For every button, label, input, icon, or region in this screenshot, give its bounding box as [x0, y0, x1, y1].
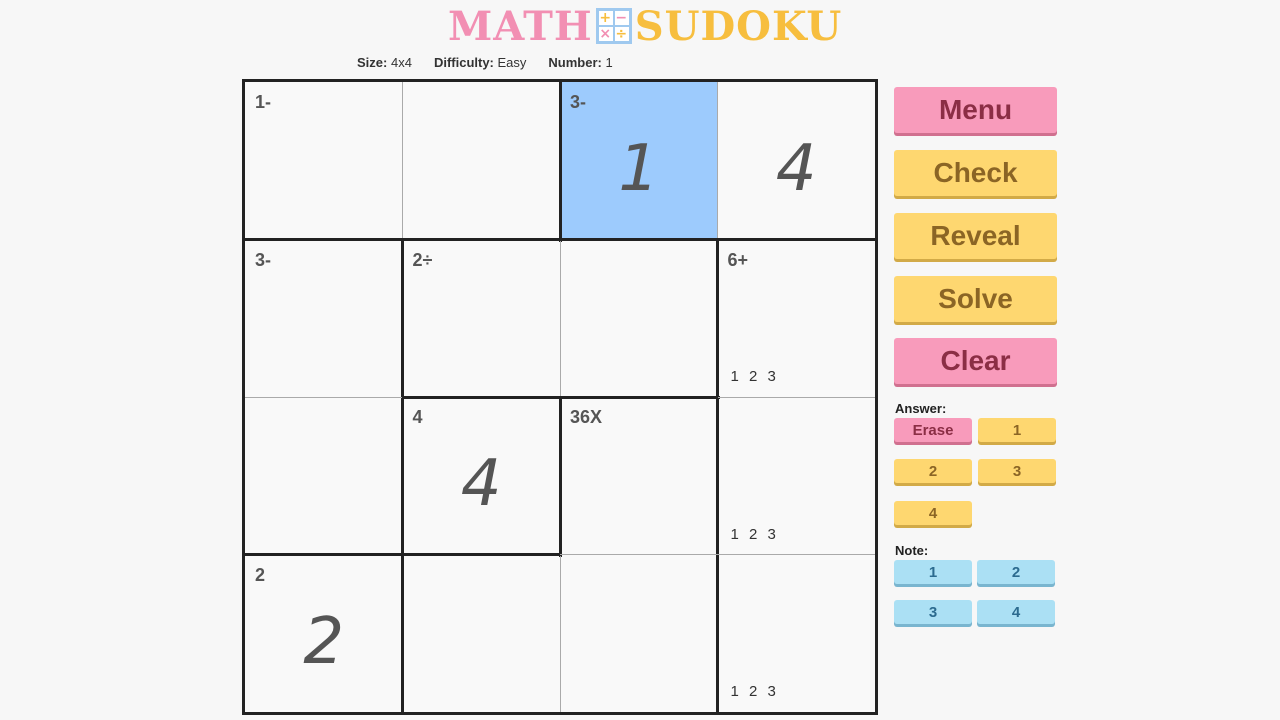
grid-line-vertical [401, 553, 404, 714]
grid-cell-r3c2[interactable]: 44 [402, 397, 560, 555]
erase-button[interactable]: Erase [894, 418, 972, 442]
title-sudoku: SUDOKU [634, 2, 843, 50]
grid-line-horizontal [559, 395, 720, 399]
grid-line-horizontal [401, 553, 562, 556]
grid-line-vertical [559, 239, 561, 397]
grid-line-vertical [558, 81, 562, 242]
cell-notes: 1 2 3 [730, 368, 779, 385]
answer-button-4[interactable]: 4 [894, 501, 972, 525]
number-info: Number: 1 [548, 55, 613, 70]
note-button-1[interactable]: 1 [894, 560, 972, 584]
grid-line-horizontal [716, 238, 877, 241]
grid-cell-r1c4[interactable]: 4 [717, 82, 875, 240]
grid-cell-r4c2[interactable] [402, 554, 560, 712]
grid-line-vertical [717, 82, 718, 240]
cell-notes: 1 2 3 [730, 683, 779, 700]
answer-button-2[interactable]: 2 [894, 459, 972, 483]
math-operators-icon: + − × ÷ [595, 8, 632, 44]
difficulty-info: Difficulty: Easy [433, 55, 527, 70]
grid-cell-r2c3[interactable] [560, 239, 718, 397]
cage-clue: 1- [255, 92, 272, 112]
grid-cell-r2c1[interactable]: 3- [245, 239, 403, 397]
grid-line-vertical [401, 396, 404, 557]
puzzle-info: Size: 4x4 Difficulty: Easy Number: 1 [357, 55, 613, 70]
cage-clue: 2 [255, 564, 266, 585]
note-button-3[interactable]: 3 [894, 600, 972, 624]
grid-line-vertical [558, 396, 562, 557]
grid-line-horizontal [244, 553, 405, 556]
cage-clue: 36X [570, 407, 603, 427]
grid-cell-r4c1[interactable]: 22 [245, 554, 403, 712]
cell-value: 4 [775, 132, 817, 206]
grid-cell-r1c1[interactable]: 1- [245, 82, 403, 240]
grid-line-horizontal [560, 554, 718, 555]
answer-button-1[interactable]: 1 [978, 418, 1056, 442]
title-math: MATH [448, 2, 593, 50]
cage-clue: 2÷ [412, 249, 433, 270]
cage-clue: 6+ [727, 249, 749, 270]
puzzle-board: 1- 3- 1 4 3- 2÷ 6+ 1 2 3 4 4 36X 1 2 3221 2 3 [242, 79, 878, 715]
grid-line-vertical [402, 82, 403, 240]
grid-cell-r1c3[interactable]: 3- 1 [560, 82, 718, 240]
grid-cell-r4c3[interactable] [560, 554, 718, 712]
cell-value: 1 [618, 132, 660, 206]
grid-cell-r2c2[interactable]: 2÷ [402, 239, 560, 397]
grid-line-horizontal [244, 238, 405, 241]
check-button[interactable]: Check [894, 150, 1057, 196]
note-label: Note: [895, 543, 929, 558]
menu-button[interactable]: Menu [894, 87, 1057, 133]
grid-cell-r1c2[interactable] [402, 82, 560, 240]
grid-cell-r3c4[interactable]: 1 2 3 [717, 397, 875, 555]
note-button-4[interactable]: 4 [977, 600, 1055, 624]
grid-line-horizontal [401, 395, 562, 399]
answer-button-3[interactable]: 3 [978, 459, 1056, 483]
grid-cell-r3c3[interactable]: 36X [560, 397, 718, 555]
cell-notes: 1 2 3 [730, 525, 779, 543]
grid-line-horizontal [245, 396, 403, 398]
grid-line-horizontal [717, 396, 875, 398]
grid-line-horizontal [717, 554, 875, 555]
grid-line-horizontal [401, 238, 562, 241]
grid-line-vertical [716, 396, 719, 557]
grid-cell-r4c4[interactable]: 1 2 3 [717, 554, 875, 712]
cage-clue: 4 [412, 407, 423, 427]
cell-value: 4 [460, 447, 502, 521]
cage-clue: 3- [570, 92, 587, 112]
grid-cell-r3c1[interactable] [245, 397, 403, 555]
cell-value: 2 [303, 604, 345, 679]
grid-line-vertical [716, 553, 719, 714]
grid-cell-r2c4[interactable]: 6+ 1 2 3 [717, 239, 875, 397]
app-title: MATH + − × ÷ SUDOKU [448, 2, 843, 50]
grid-line-horizontal [559, 238, 720, 241]
grid-line-vertical [401, 238, 404, 399]
reveal-button[interactable]: Reveal [894, 213, 1057, 259]
grid-line-vertical [559, 554, 561, 712]
clear-button[interactable]: Clear [894, 338, 1057, 384]
cage-clue: 3- [255, 249, 272, 270]
solve-button[interactable]: Solve [894, 276, 1057, 322]
size-info: Size: 4x4 [357, 55, 412, 70]
answer-label: Answer: [895, 401, 947, 416]
note-button-2[interactable]: 2 [977, 560, 1055, 584]
grid-line-vertical [716, 238, 719, 399]
